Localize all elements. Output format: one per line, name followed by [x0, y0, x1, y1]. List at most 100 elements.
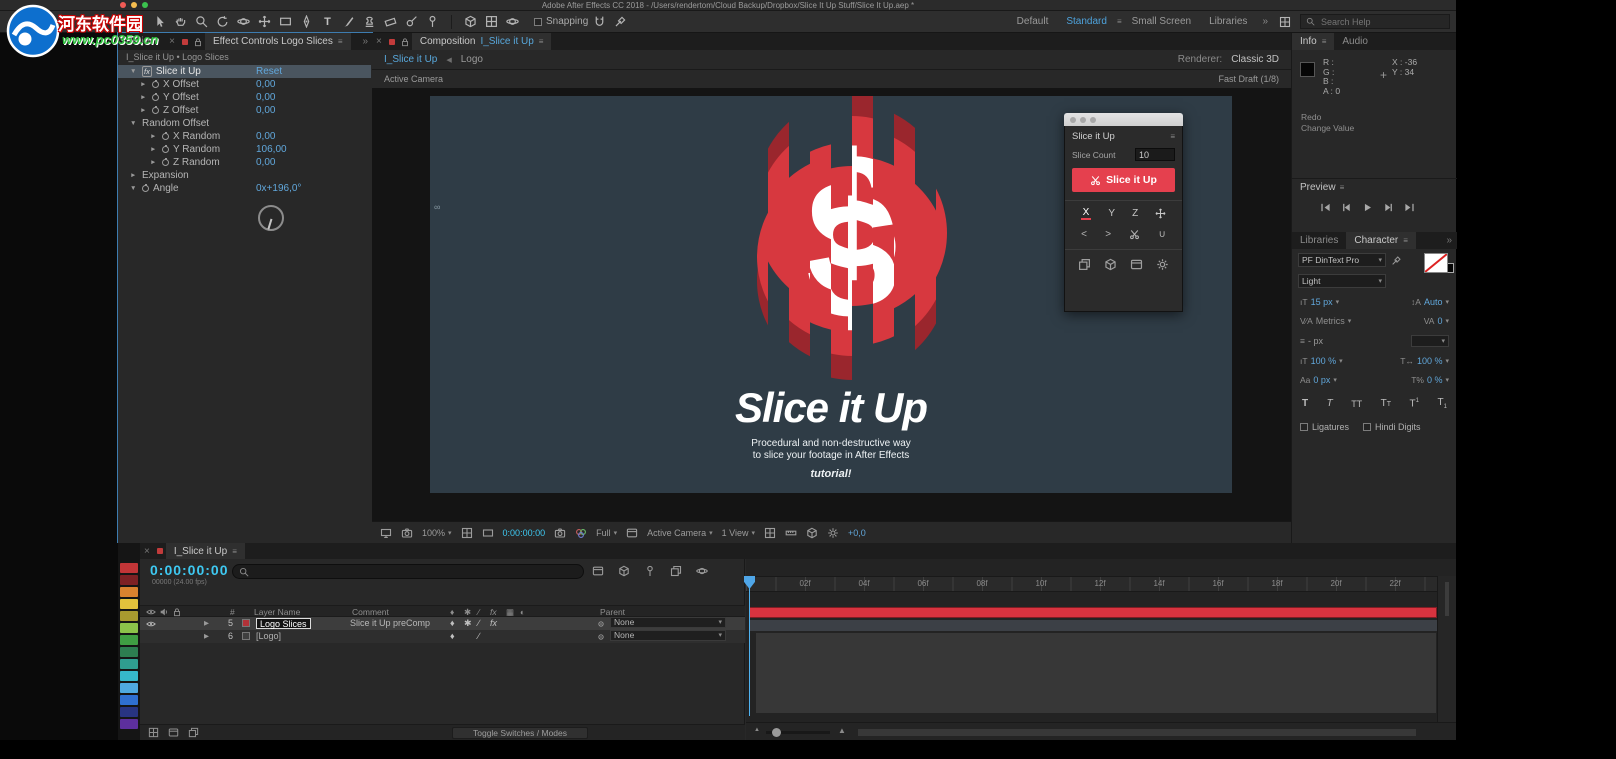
script-panel-titlebar[interactable] — [1064, 113, 1183, 126]
label-color-chip[interactable] — [120, 563, 138, 573]
panel-menu-icon[interactable]: ≡ — [232, 547, 237, 556]
minimize-window-button[interactable] — [131, 2, 137, 8]
collapse-switch[interactable]: ✱ — [464, 617, 472, 630]
tsume-control[interactable]: T% 0 % ▾ — [1411, 375, 1449, 385]
horizontal-scale-control[interactable]: T↔ 100 % ▾ — [1400, 356, 1449, 366]
panel-menu-icon[interactable]: ≡ — [539, 37, 544, 46]
close-window-button[interactable] — [120, 2, 126, 8]
magnification-select[interactable]: 100% ▾ — [422, 528, 452, 538]
property-group-random-offset[interactable]: ▼ Random Offset — [118, 117, 371, 130]
stopwatch-icon[interactable] — [152, 79, 159, 88]
eye-icon[interactable] — [146, 619, 156, 629]
time-ruler[interactable]: 02f 04f 06f 08f 10f 12f 14f 16f 18f 20f 22f — [746, 576, 1456, 592]
stopwatch-icon[interactable] — [162, 131, 169, 140]
comp-timecode[interactable]: 0:00:00:00 — [503, 528, 546, 538]
zoom-tool-icon[interactable] — [192, 14, 211, 30]
panel-menu-icon[interactable]: ≡ — [1322, 37, 1327, 46]
property-value[interactable]: 0,00 — [256, 92, 275, 103]
zoom-in-mountain-icon[interactable]: ▲ — [838, 726, 846, 735]
fast-previews-icon[interactable] — [626, 527, 638, 539]
tab-character[interactable]: Character ≡ — [1346, 232, 1416, 249]
playhead-line[interactable] — [749, 576, 750, 716]
brush-tool-icon[interactable] — [339, 14, 358, 30]
region-of-interest-icon[interactable] — [482, 527, 494, 539]
selection-tool-icon[interactable] — [150, 14, 169, 30]
property-group-expansion[interactable]: ► Expansion — [118, 169, 371, 182]
label-color-chip[interactable] — [120, 623, 138, 633]
property-value[interactable]: 106,00 — [256, 144, 287, 155]
axis-z-button[interactable]: Z — [1132, 208, 1138, 219]
timeline-scrollbar[interactable] — [1437, 576, 1456, 722]
script-minimize-button[interactable] — [1080, 116, 1086, 123]
workspace-menu-icon[interactable]: ≡ — [1117, 17, 1122, 26]
timeline-search[interactable] — [232, 564, 584, 579]
toggle-switches-modes-button[interactable]: Toggle Switches / Modes — [452, 727, 588, 739]
layer-row-2[interactable]: ▶ 6 [Logo] ♦ ∕ None ▾ — [140, 630, 745, 643]
stopwatch-icon[interactable] — [142, 183, 149, 192]
duplicate-icon[interactable] — [1078, 258, 1091, 271]
comp-viewer[interactable]: ∞ $ — [372, 88, 1291, 521]
label-color-chip[interactable] — [120, 635, 138, 645]
lock-icon[interactable] — [400, 37, 410, 47]
exposure-icon[interactable] — [827, 527, 839, 539]
first-frame-icon[interactable] — [1320, 202, 1331, 213]
next-frame-icon[interactable] — [1383, 202, 1394, 213]
camera-tool-icon[interactable] — [234, 14, 253, 30]
tab-audio[interactable]: Audio — [1334, 33, 1376, 50]
stopwatch-icon[interactable] — [152, 92, 159, 101]
layer-comment[interactable]: Slice it Up preComp — [350, 617, 430, 630]
layer-name[interactable]: [Logo] — [256, 630, 281, 643]
script-zoom-button[interactable] — [1090, 116, 1096, 123]
superscript-button[interactable]: T1 — [1410, 398, 1419, 409]
tab-scroll-left-icon[interactable]: ◀ — [446, 56, 451, 64]
header-layer-name[interactable]: Layer Name — [254, 607, 300, 617]
property-value[interactable]: 0,00 — [256, 157, 275, 168]
layer-name-edit[interactable]: Logo Slices — [256, 618, 311, 629]
layer-row-1[interactable]: ▶ 5 Logo Slices Slice it Up preComp ♦ ✱ … — [140, 617, 745, 630]
horizontal-scrollbar[interactable] — [858, 729, 1416, 736]
hindi-digits-toggle[interactable]: Hindi Digits — [1363, 422, 1421, 432]
settings-gear-icon[interactable] — [1156, 258, 1169, 271]
workspace-libraries[interactable]: Libraries — [1201, 16, 1255, 27]
label-color-chip[interactable] — [120, 587, 138, 597]
union-button[interactable]: ∪ — [1159, 229, 1166, 240]
panel-menu-icon[interactable]: ≡ — [1340, 183, 1345, 192]
cube-3d-icon[interactable] — [1104, 258, 1117, 271]
view-select[interactable]: Active Camera ▾ — [647, 528, 713, 538]
tab-composition[interactable]: Composition I_Slice it Up ≡ — [411, 33, 552, 50]
motion-blur-icon[interactable] — [696, 565, 708, 577]
rotate-tool-icon[interactable] — [213, 14, 232, 30]
viewer-tab-logo[interactable]: Logo — [461, 54, 483, 65]
property-row-x-offset[interactable]: ► X Offset 0,00 — [118, 78, 371, 91]
all-caps-button[interactable]: TT — [1351, 399, 1362, 409]
twirl-icon[interactable]: ▼ — [130, 68, 138, 75]
label-color-chip[interactable] — [120, 599, 138, 609]
shape-tool-icon[interactable] — [276, 14, 295, 30]
stopwatch-icon[interactable] — [162, 157, 169, 166]
label-color-chip[interactable] — [120, 707, 138, 717]
fill-color-swatch[interactable] — [1424, 253, 1448, 273]
fast-draft-label[interactable]: Fast Draft (1/8) — [1218, 74, 1279, 84]
zoom-slider-handle[interactable] — [772, 728, 781, 737]
angle-dial[interactable] — [258, 205, 284, 231]
zoom-out-mountain-icon[interactable]: ▲ — [754, 727, 760, 733]
tab-libraries[interactable]: Libraries — [1292, 232, 1346, 249]
shy-icon[interactable] — [644, 565, 656, 577]
parent-select[interactable]: None ▾ — [610, 617, 726, 628]
font-family-select[interactable]: PF DinText Pro ▾ — [1298, 253, 1386, 267]
snapping-checkbox[interactable] — [534, 17, 542, 26]
tab-effect-controls[interactable]: Effect Controls Logo Slices ≡ — [204, 33, 351, 50]
help-search-input[interactable] — [1319, 15, 1431, 28]
baseline-units-control[interactable]: ≡ - px — [1300, 336, 1323, 346]
mask-options-icon[interactable] — [611, 14, 630, 30]
eraser-tool-icon[interactable] — [381, 14, 400, 30]
ligatures-checkbox[interactable] — [1300, 423, 1308, 431]
slice-it-up-script-panel[interactable]: Slice it Up ≡ Slice Count Slice it Up X — [1064, 113, 1183, 312]
panel-menu-icon[interactable]: ≡ — [338, 37, 343, 46]
tab-overflow-icon[interactable]: » — [358, 36, 372, 47]
close-tab-icon[interactable]: × — [372, 36, 386, 47]
workspace-small-screen[interactable]: Small Screen — [1124, 16, 1199, 27]
axis-x-button[interactable]: X — [1080, 207, 1092, 220]
pickwhip-icon[interactable] — [596, 632, 606, 642]
tab-timeline-comp[interactable]: I_Slice it Up ≡ — [165, 543, 245, 559]
